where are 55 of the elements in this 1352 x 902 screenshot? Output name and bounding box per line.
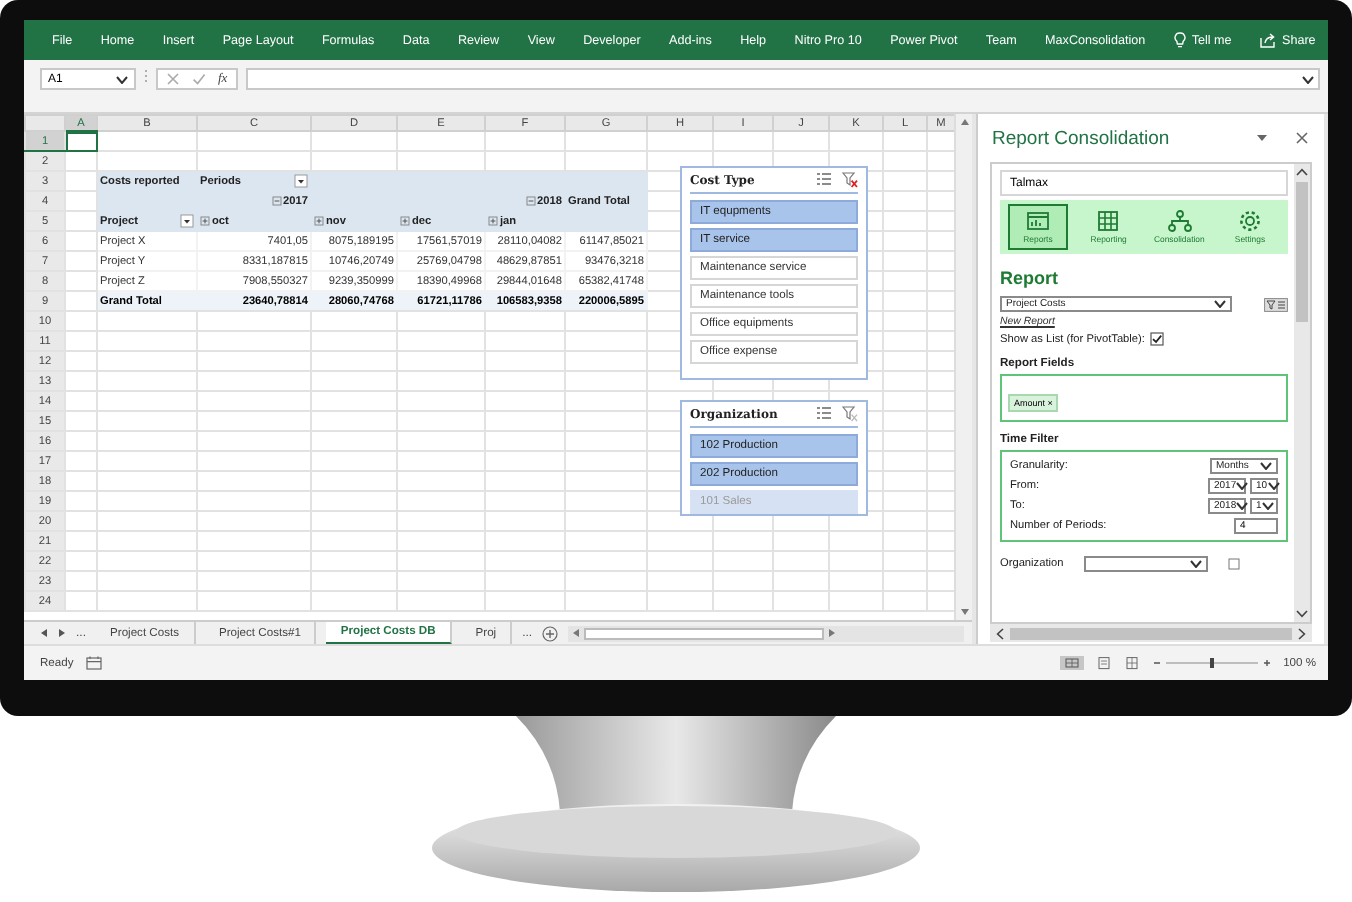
scroll-up-icon[interactable] [1296,168,1308,176]
check-icon[interactable] [192,72,206,86]
horizontal-scrollbar[interactable] [990,624,1312,642]
scrollbar-thumb[interactable] [1296,182,1308,322]
cancel-icon[interactable] [166,72,180,86]
checkbox[interactable] [1227,558,1240,570]
expand-icon[interactable] [488,216,498,226]
filter-settings-icon[interactable] [1264,297,1288,311]
filter-dropdown-button[interactable] [294,174,308,188]
scroll-down-icon[interactable] [1296,610,1308,618]
active-cell[interactable] [65,131,97,151]
scroll-left-icon[interactable] [996,627,1004,639]
macro-record-icon[interactable] [85,656,102,670]
collapse-icon[interactable] [525,196,536,206]
scroll-down-icon[interactable] [959,608,969,616]
formula-input[interactable] [245,68,1320,90]
pane-options-icon[interactable] [1256,134,1268,142]
page-layout-icon[interactable] [1095,656,1112,670]
multi-select-icon[interactable] [816,406,832,420]
expand-icon[interactable] [200,216,210,226]
filter-dropdown-button[interactable] [180,214,194,228]
expand-icon[interactable] [400,216,410,226]
horizontal-scrollbar[interactable] [568,625,964,641]
organization-dropdown[interactable] [1083,556,1208,572]
checkbox[interactable] [1150,332,1165,346]
caret-icon [1189,560,1202,568]
grid-icon [1096,210,1121,232]
share-icon [1260,32,1276,48]
scroll-up-icon[interactable] [959,118,969,126]
normal-view-icon[interactable] [1059,656,1084,670]
scrollbar-thumb[interactable] [1010,627,1292,639]
section-heading: Report [1000,268,1060,288]
lightbulb-icon [1173,32,1186,48]
vertical-scrollbar[interactable] [954,114,972,620]
settings-icon [1237,210,1262,232]
clear-filter-icon[interactable] [842,406,858,422]
scroll-left-icon[interactable] [40,628,48,638]
page-break-icon[interactable] [1123,656,1140,670]
scroll-right-icon[interactable] [1298,627,1306,639]
collapse-icon[interactable] [271,196,282,206]
expand-icon[interactable] [314,216,324,226]
caret-icon [1302,75,1314,83]
close-icon[interactable] [1296,132,1308,144]
chart-icon [1026,210,1050,232]
hierarchy-icon [1167,210,1192,232]
caret-icon [116,75,128,83]
zoom-slider[interactable] [1151,656,1272,670]
add-sheet-icon[interactable] [542,625,559,641]
pane-title: Report Consolidation [992,127,1172,149]
scroll-right-icon[interactable] [58,628,66,638]
multi-select-icon[interactable] [816,172,832,186]
vertical-scrollbar[interactable] [1294,164,1310,622]
clear-filter-icon[interactable] [842,172,858,188]
scrollbar-thumb[interactable] [584,627,825,639]
caret-icon [1214,300,1226,308]
